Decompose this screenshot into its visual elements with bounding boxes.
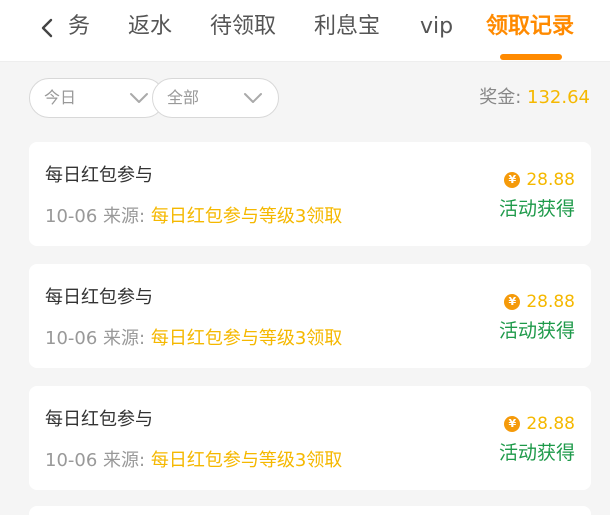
record-meta: 10-06 来源: 每日红包参与等级3领取 xyxy=(45,205,342,229)
record-amount-value: 28.88 xyxy=(526,170,575,190)
chevron-down-icon xyxy=(130,93,148,103)
record-amount: ¥ 28.88 xyxy=(504,413,575,435)
record-meta: 10-06 来源: 每日红包参与等级3领取 xyxy=(45,327,342,351)
active-tab-indicator xyxy=(500,54,562,60)
yuan-coin-icon: ¥ xyxy=(504,172,521,188)
record-date: 10-06 xyxy=(45,206,98,227)
record-source-label: 来源: xyxy=(103,206,146,227)
record-card: 每日红包参与 10-06 来源: 每日红包参与等级3领取 ¥ 28.88 活动获… xyxy=(29,386,591,490)
record-card-partial xyxy=(29,506,591,515)
date-filter-value: 今日 xyxy=(44,88,77,107)
chevron-down-icon xyxy=(244,93,262,103)
type-filter-value: 全部 xyxy=(167,88,200,107)
record-date: 10-06 xyxy=(45,450,98,471)
record-source: 每日红包参与等级3领取 xyxy=(150,328,343,349)
record-card: 每日红包参与 10-06 来源: 每日红包参与等级3领取 ¥ 28.88 活动获… xyxy=(29,264,591,368)
record-source: 每日红包参与等级3领取 xyxy=(150,450,343,471)
record-amount: ¥ 28.88 xyxy=(504,169,575,191)
record-card: 每日红包参与 10-06 来源: 每日红包参与等级3领取 ¥ 28.88 活动获… xyxy=(29,142,591,246)
record-date: 10-06 xyxy=(45,328,98,349)
record-source: 每日红包参与等级3领取 xyxy=(150,206,343,227)
record-source-label: 来源: xyxy=(103,328,146,349)
tab-rebate[interactable]: 返水 xyxy=(128,12,172,42)
tab-task[interactable]: 务 xyxy=(68,12,90,42)
type-filter-select[interactable]: 全部 xyxy=(152,78,279,118)
record-title: 每日红包参与 xyxy=(45,287,153,308)
bonus-total: 奖金: 132.64 xyxy=(479,86,590,110)
record-amount: ¥ 28.88 xyxy=(504,291,575,313)
bonus-label: 奖金: xyxy=(479,87,522,108)
top-nav-bar: 务 返水 待领取 利息宝 vip 领取记录 xyxy=(0,0,610,62)
record-amount-value: 28.88 xyxy=(526,292,575,312)
record-status: 活动获得 xyxy=(498,320,575,342)
date-filter-select[interactable]: 今日 xyxy=(29,78,165,118)
bonus-value: 132.64 xyxy=(527,87,590,108)
tab-vip[interactable]: vip xyxy=(420,12,453,42)
record-meta: 10-06 来源: 每日红包参与等级3领取 xyxy=(45,449,342,473)
record-source-label: 来源: xyxy=(103,450,146,471)
record-amount-value: 28.88 xyxy=(526,414,575,434)
record-status: 活动获得 xyxy=(498,442,575,464)
tab-interest[interactable]: 利息宝 xyxy=(314,12,380,42)
yuan-coin-icon: ¥ xyxy=(504,416,521,432)
record-status: 活动获得 xyxy=(498,198,575,220)
tab-pending[interactable]: 待领取 xyxy=(210,12,276,42)
back-button[interactable] xyxy=(36,14,58,42)
yuan-coin-icon: ¥ xyxy=(504,294,521,310)
chevron-left-icon xyxy=(41,18,53,38)
record-title: 每日红包参与 xyxy=(45,409,153,430)
tab-claim-records[interactable]: 领取记录 xyxy=(486,12,574,42)
record-title: 每日红包参与 xyxy=(45,165,153,186)
